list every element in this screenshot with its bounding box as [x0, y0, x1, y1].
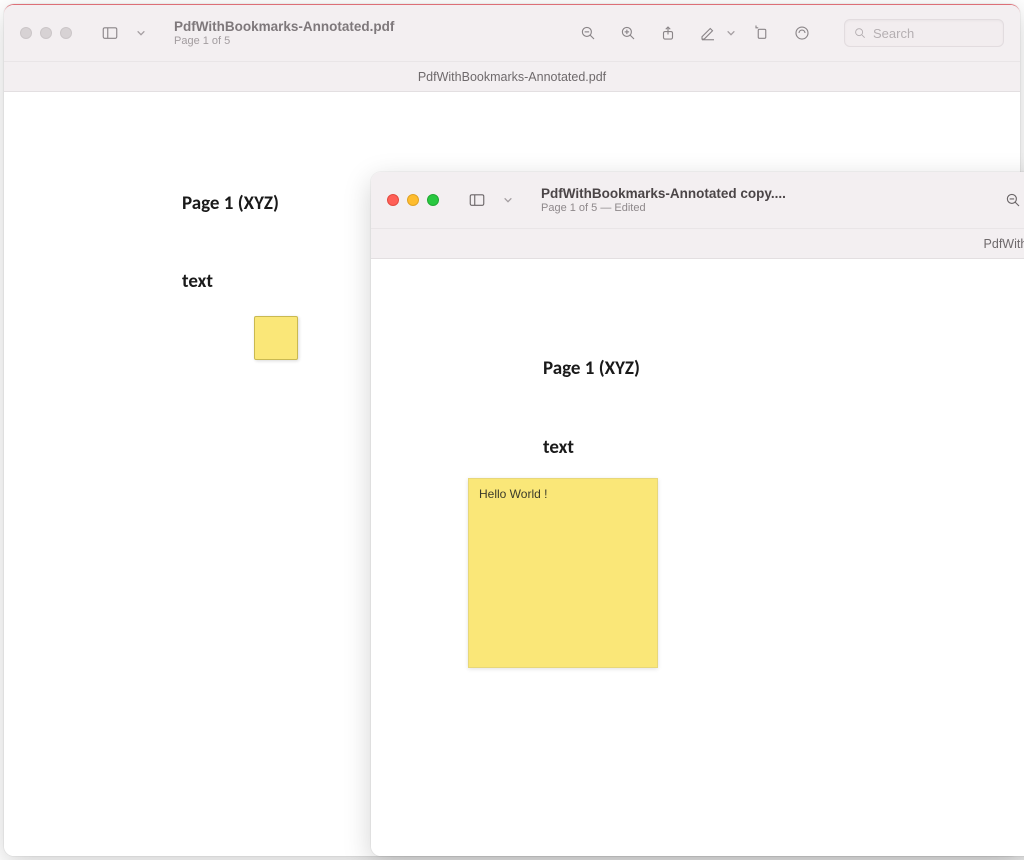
preview-window-front: PdfWithBookmarks-Annotated copy.... Page…	[371, 172, 1024, 856]
toolbar-front: PdfWithBookmarks-Annotated copy.... Page…	[371, 172, 1024, 229]
close-button[interactable]	[20, 27, 32, 39]
doc-label-back: PdfWithBookmarks-Annotated.pdf	[418, 70, 606, 84]
search-field[interactable]: Search	[844, 19, 1004, 47]
zoom-in-icon	[619, 24, 637, 42]
sidebar-menu-chevron[interactable]	[134, 28, 148, 38]
minimize-button[interactable]	[407, 194, 419, 206]
minimize-button[interactable]	[40, 27, 52, 39]
chevron-down-icon	[136, 28, 146, 38]
sticky-note-large[interactable]: Hello World !	[468, 478, 658, 668]
search-placeholder: Search	[873, 26, 914, 41]
highlight-button[interactable]	[786, 19, 818, 47]
page-indicator-back: Page 1 of 5	[174, 35, 434, 47]
page-subheading-front: text	[543, 436, 574, 459]
markup-button[interactable]	[692, 19, 724, 47]
doc-label-front: PdfWithBookmarks-Annotated	[984, 237, 1024, 251]
zoom-button[interactable]	[427, 194, 439, 206]
rotate-button[interactable]	[746, 19, 778, 47]
chevron-down-icon	[503, 195, 513, 205]
page-subheading-back: text	[182, 270, 213, 293]
zoom-in-button[interactable]	[612, 19, 644, 47]
highlighter-icon	[793, 24, 811, 42]
toolbar-back: PdfWithBookmarks-Annotated.pdf Page 1 of…	[4, 5, 1020, 62]
sidebar-icon	[101, 24, 119, 42]
page-heading-back: Page 1 (XYZ)	[182, 192, 279, 215]
doc-label-bar-front: PdfWithBookmarks-Annotated	[371, 229, 1024, 259]
window-title-front: PdfWithBookmarks-Annotated copy....	[541, 186, 821, 201]
sticky-note-text: Hello World !	[479, 487, 547, 501]
share-button[interactable]	[652, 19, 684, 47]
traffic-lights-active[interactable]	[387, 194, 439, 206]
zoom-button[interactable]	[60, 27, 72, 39]
window-title-back: PdfWithBookmarks-Annotated.pdf	[174, 19, 434, 34]
zoom-out-button[interactable]	[572, 19, 604, 47]
markup-menu-chevron[interactable]	[724, 28, 738, 38]
search-icon	[853, 26, 867, 40]
chevron-down-icon	[726, 28, 736, 38]
sticky-note-small[interactable]	[254, 316, 298, 360]
sidebar-icon	[468, 191, 486, 209]
sidebar-menu-chevron[interactable]	[501, 195, 515, 205]
document-area-front[interactable]: Page 1 (XYZ) text Hello World !	[371, 259, 1024, 856]
zoom-out-button[interactable]	[997, 186, 1024, 214]
share-icon	[659, 24, 677, 42]
zoom-out-icon	[579, 24, 597, 42]
doc-label-bar-back: PdfWithBookmarks-Annotated.pdf	[4, 62, 1020, 92]
zoom-out-icon	[1004, 191, 1022, 209]
title-block-back: PdfWithBookmarks-Annotated.pdf Page 1 of…	[174, 19, 434, 47]
page-heading-front: Page 1 (XYZ)	[543, 357, 640, 380]
pencil-icon	[699, 24, 717, 42]
sidebar-toggle-button[interactable]	[461, 186, 493, 214]
sidebar-toggle-button[interactable]	[94, 19, 126, 47]
close-button[interactable]	[387, 194, 399, 206]
rotate-icon	[753, 24, 771, 42]
traffic-lights-inactive[interactable]	[20, 27, 72, 39]
title-block-front: PdfWithBookmarks-Annotated copy.... Page…	[541, 186, 821, 214]
page-indicator-front: Page 1 of 5 — Edited	[541, 202, 821, 214]
